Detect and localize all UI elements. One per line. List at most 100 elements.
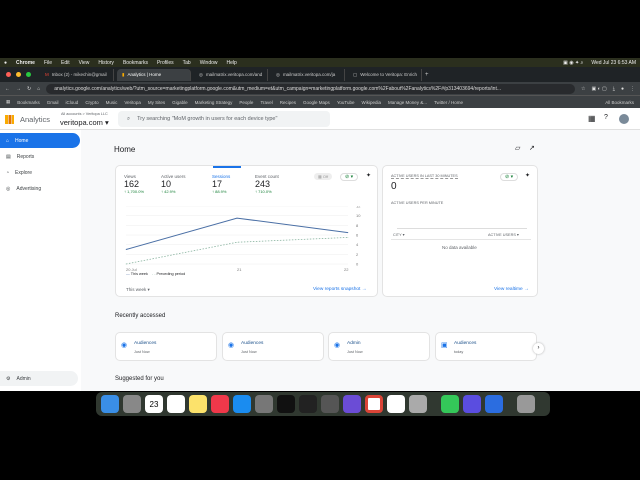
profile-icon[interactable]: ● [621,86,624,92]
imovie-icon[interactable] [343,395,361,413]
apple-icon[interactable]: ● [4,60,7,66]
bookmark[interactable]: Wikipedia [362,100,382,105]
city-column-header[interactable]: CITY ▾ [393,232,405,237]
app-icon[interactable] [485,395,503,413]
avatar[interactable] [619,114,629,124]
customize-icon[interactable]: ▱ [515,144,520,152]
bookmark-folder[interactable]: Gigable [172,100,188,105]
reload-icon[interactable]: ↻ [27,86,31,92]
close-window-button[interactable] [6,72,11,77]
apps-icon[interactable]: ▦ [6,99,10,105]
bookmark[interactable]: Gmail [47,100,59,105]
chatgpt-icon[interactable] [387,395,405,413]
bookmark[interactable]: Google Maps [303,100,330,105]
property-selector[interactable]: veritopa.com ▾ [60,118,109,127]
bookmark-folder[interactable]: My Sites [148,100,165,105]
status-check-dropdown[interactable]: ⊘ ▾ [500,173,519,181]
menu-help[interactable]: Help [227,60,237,66]
new-tab-button[interactable]: + [425,72,429,78]
system-settings-icon[interactable] [255,395,273,413]
trash-icon[interactable] [517,395,535,413]
metric-event-count[interactable]: Event count 243 ↑ 710.0% [255,174,279,194]
app-icon[interactable] [463,395,481,413]
menu-file[interactable]: File [44,60,52,66]
sidebar-item-home[interactable]: ⌂ Home [0,133,80,148]
bookmark[interactable]: Manage Money &... [388,100,427,105]
status-check-dropdown[interactable]: ⊘ ▾ [340,173,359,181]
maximize-button[interactable] [26,72,31,77]
recent-item[interactable]: ◉ Audiences Just Now [115,332,217,361]
chrome-icon[interactable] [365,395,383,413]
bookmark-folder[interactable]: Travel [260,100,272,105]
recent-item[interactable]: ◉ Admin Just Now [328,332,430,361]
bookmark-folder[interactable]: Veritopa [124,100,141,105]
menu-bookmarks[interactable]: Bookmarks [123,60,148,66]
menu-edit[interactable]: Edit [61,60,70,66]
reminders-icon[interactable] [167,395,185,413]
help-icon[interactable]: ? [604,114,608,121]
back-icon[interactable]: ← [5,86,10,92]
tab-veritopa[interactable]: ▢ Welcome to Veritopa: Enrich [348,68,422,81]
bookmark-folder[interactable]: Recipes [280,100,296,105]
calendar-icon[interactable]: 23 [145,395,163,413]
menu-chrome[interactable]: Chrome [16,60,35,66]
home-icon[interactable]: ⌂ [37,86,40,92]
download-icon[interactable]: ⤓ [613,86,615,92]
app-icon[interactable] [321,395,339,413]
menu-view[interactable]: View [79,60,90,66]
status-icons[interactable]: ▣ ◉ ✦ ⌕ [563,60,583,66]
view-reports-snapshot-link[interactable]: View reports snapshot → [313,287,367,292]
bookmark[interactable]: iCloud [66,100,79,105]
messages-icon[interactable] [441,395,459,413]
apps-grid-icon[interactable]: ▦ [588,114,596,123]
bookmark-folder[interactable]: Music [106,100,118,105]
menu-window[interactable]: Window [200,60,218,66]
launchpad-icon[interactable] [123,395,141,413]
bookmark[interactable]: Bookmarks [17,100,40,105]
bookmark[interactable]: YouTube [337,100,355,105]
recent-item[interactable]: ▣ Audiences today [435,332,537,361]
metric-sessions[interactable]: Sessions 17 ↑ 88.9% [212,174,230,194]
menu-history[interactable]: History [98,60,114,66]
clock[interactable]: Wed Jul 23 6:53 AM [591,60,636,66]
all-bookmarks[interactable]: All Bookmarks [605,100,634,105]
tab-gmail[interactable]: M Inbox (2) - mikechin@gmail [40,68,114,81]
breadcrumb[interactable]: All accounts > Veritopa LLC [61,112,108,116]
finder-icon[interactable] [101,395,119,413]
tab-mailmatrix-1[interactable]: ◎ mailmatrix.veritopa.com/and [194,68,268,81]
minimize-button[interactable] [16,72,21,77]
iphone-mirroring-icon[interactable] [409,395,427,413]
forward-icon[interactable]: → [16,86,21,92]
sidebar-item-admin[interactable]: ⚙ Admin [0,371,78,386]
metric-active-users[interactable]: Active users 10 ↑ 42.9% [161,174,186,194]
sidebar-item-explore[interactable]: ◔ Explore [0,165,81,180]
notes-icon[interactable] [189,395,207,413]
metric-views[interactable]: Views 162 ↑ 1,700.0% [124,174,144,194]
bookmark-folder[interactable]: Crypto [85,100,98,105]
recent-item[interactable]: ◉ Audiences Just Now [222,332,324,361]
view-realtime-link[interactable]: View realtime → [494,287,529,292]
date-range-dropdown[interactable]: This week ▾ [126,287,150,293]
sidebar-item-advertising[interactable]: ◎ Advertising [0,181,81,196]
realtime-title[interactable]: ACTIVE USERS IN LAST 30 MINUTES [391,174,458,179]
insights-sparkle-icon[interactable]: ✦ [525,172,530,179]
menu-icon[interactable]: ⋮ [630,86,635,92]
bookmark-star-icon[interactable]: ☆ [581,86,585,92]
address-bar[interactable]: analytics.google.com/analytics/web/?utm_… [46,83,576,94]
app-store-icon[interactable] [233,395,251,413]
comparison-toggle[interactable]: ▦ Off [314,173,333,180]
insights-sparkle-icon[interactable]: ✦ [366,172,371,179]
next-arrow-button[interactable]: › [533,343,544,354]
bookmark[interactable]: Twitter / Home [434,100,463,105]
menu-tab[interactable]: Tab [183,60,191,66]
search-input[interactable]: ⌕ Try searching "MoM growth in users for … [118,111,330,127]
active-users-column-header[interactable]: ACTIVE USERS ▾ [488,232,519,237]
extensions-icon[interactable]: ▣ ◐ ▢ [592,86,607,92]
insights-icon[interactable]: ↗ [529,144,535,152]
bookmark-folder[interactable]: Marketing Strategy [195,100,233,105]
tab-mailmatrix-2[interactable]: ◎ mailmatrix.veritopa.com/ja [271,68,345,81]
music-icon[interactable] [211,395,229,413]
stats-icon[interactable] [299,395,317,413]
bookmark-folder[interactable]: People [239,100,253,105]
sidebar-item-reports[interactable]: ▤ Reports [0,149,81,164]
